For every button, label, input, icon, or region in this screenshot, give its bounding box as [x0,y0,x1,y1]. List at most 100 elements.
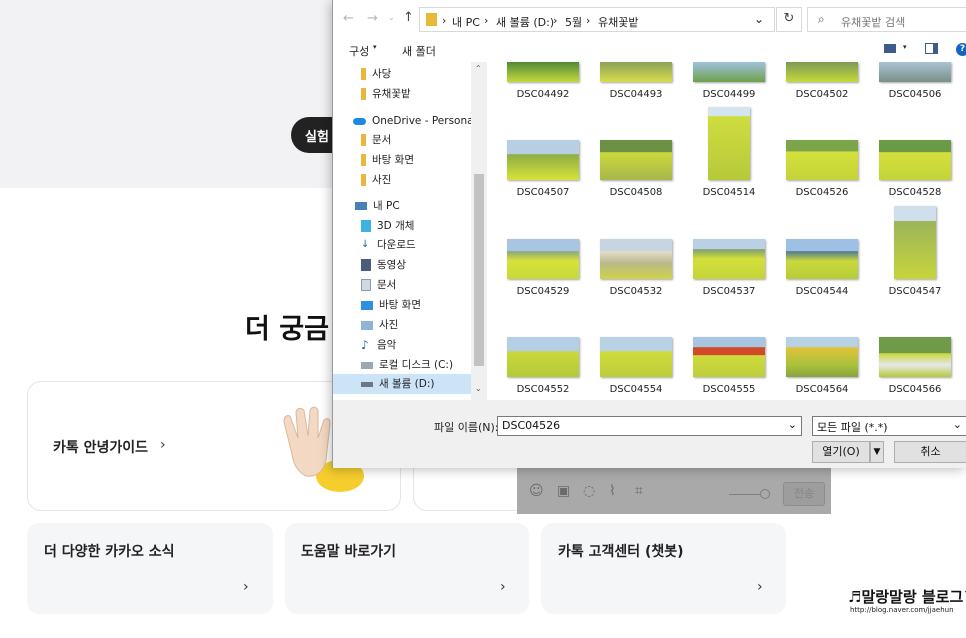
file-thumbnail[interactable] [600,239,672,279]
cancel-button[interactable]: 취소 [894,441,966,463]
nav-item[interactable]: 3D 개체 [333,216,471,236]
file-name[interactable]: DSC04532 [596,286,676,297]
filename-input[interactable]: DSC04526 ⌄ [497,416,802,436]
card-center[interactable]: 카톡 고객센터 (챗봇) › [541,523,786,614]
file-name[interactable]: DSC04547 [875,286,955,297]
scroll-up-icon[interactable]: ⌃ [475,64,482,73]
chat-bubble-icon[interactable]: ◌ [583,483,595,499]
nav-item[interactable]: 사당 [333,64,471,84]
file-thumbnail[interactable] [507,239,579,279]
slider-handle[interactable] [760,489,770,499]
address-bar[interactable]: › 내 PC › 새 볼륨 (D:) › 5월 › 유채꽃밭 ⌄ [419,7,775,32]
nav-item[interactable]: 사진 [333,170,471,190]
file-thumbnail[interactable] [879,140,951,180]
file-name[interactable]: DSC04566 [875,384,955,395]
back-arrow-icon[interactable]: ← [343,11,354,26]
chevron-right-icon: › [160,437,166,453]
preview-pane-icon[interactable] [925,43,938,54]
file-name[interactable]: DSC04492 [503,89,583,100]
card-news[interactable]: 더 다양한 카카오 소식 › [27,523,273,614]
dialog-toolbar: 구성 ▾ 새 폴더 ▾ ? [333,38,966,62]
filetype-select[interactable]: 모든 파일 (*.*) ⌄ [812,416,966,436]
new-folder-button[interactable]: 새 폴더 [402,43,436,59]
file-thumbnail[interactable] [894,206,936,279]
view-chevron-icon[interactable]: ▾ [903,43,907,51]
file-name[interactable]: DSC04508 [596,187,676,198]
nav-item-this-pc[interactable]: 내 PC [333,196,471,216]
file-name[interactable]: DSC04499 [689,89,769,100]
file-name[interactable]: DSC04537 [689,286,769,297]
file-name[interactable]: DSC04528 [875,187,955,198]
send-button[interactable]: 전송 [783,482,825,506]
nav-item[interactable]: 바탕 화면 [333,295,471,315]
file-thumbnail[interactable] [693,62,765,82]
file-thumbnail[interactable] [507,337,579,377]
nav-item-selected[interactable]: 새 볼륨 (D:) [333,374,471,394]
crop-icon[interactable]: ⌗ [635,483,643,499]
file-thumbnail[interactable] [693,239,765,279]
folder-icon [361,174,366,186]
filename-dropdown-icon[interactable]: ⌄ [788,418,797,431]
file-name[interactable]: DSC04554 [596,384,676,395]
emoji-icon[interactable]: ☺ [529,483,544,499]
open-dropdown-icon[interactable]: ▼ [870,441,884,463]
search-input[interactable]: ⌕ 유채꽃밭 검색 [807,7,966,32]
folder-icon [361,134,366,146]
attach-icon[interactable]: ⌇ [609,483,616,499]
nav-item[interactable]: 사진 [333,315,471,335]
chevron-right-icon: › [500,579,506,595]
up-arrow-icon[interactable]: ↑ [403,10,414,25]
file-name[interactable]: DSC04506 [875,89,955,100]
breadcrumb-folder[interactable]: 유채꽃밭 [598,14,638,30]
file-name[interactable]: DSC04564 [782,384,862,395]
file-name[interactable]: DSC04555 [689,384,769,395]
view-mode-icon[interactable] [884,44,896,53]
card-help[interactable]: 도움말 바로가기 › [285,523,529,614]
open-button[interactable]: 열기(O) [812,441,870,463]
file-name[interactable]: DSC04544 [782,286,862,297]
nav-item[interactable]: 동영상 [333,255,471,275]
file-thumbnail[interactable] [786,140,858,180]
nav-scroll-thumb[interactable] [474,174,484,366]
file-name[interactable]: DSC04529 [503,286,583,297]
nav-item[interactable]: 유채꽃밭 [333,84,471,104]
nav-item[interactable]: 로컬 디스크 (C:) [333,355,471,375]
history-chevron-icon[interactable]: ⌄ [388,13,395,22]
nav-item[interactable]: 문서 [333,130,471,150]
file-name[interactable]: DSC04552 [503,384,583,395]
file-thumbnail[interactable] [879,62,951,82]
file-thumbnail[interactable] [507,140,579,180]
file-name[interactable]: DSC04507 [503,187,583,198]
file-thumbnail[interactable] [786,62,858,82]
calendar-icon[interactable]: ▣ [557,483,570,499]
nav-item-onedrive[interactable]: OneDrive - Personal [333,111,476,131]
file-thumbnail[interactable] [693,337,765,377]
scroll-down-icon[interactable]: ⌄ [475,384,482,393]
file-thumbnail[interactable] [600,337,672,377]
file-thumbnail[interactable] [600,62,672,82]
breadcrumb-volume[interactable]: 새 볼륨 (D:) [496,14,554,30]
breadcrumb-pc[interactable]: 내 PC [452,14,480,30]
refresh-button[interactable]: ↻ [776,7,802,32]
file-thumbnail[interactable] [708,107,750,180]
address-dropdown-icon[interactable]: ⌄ [754,12,764,26]
breadcrumb-month[interactable]: 5월 [565,14,582,30]
file-name[interactable]: DSC04514 [689,187,769,198]
nav-item[interactable]: ↓ 다운로드 [333,235,471,255]
nav-item[interactable]: 문서 [333,275,471,295]
file-name[interactable]: DSC04502 [782,89,862,100]
file-name[interactable]: DSC04493 [596,89,676,100]
filetype-dropdown-icon[interactable]: ⌄ [953,418,962,431]
file-thumbnail[interactable] [786,239,858,279]
file-thumbnail[interactable] [786,337,858,377]
file-thumbnail[interactable] [879,337,951,377]
file-name[interactable]: DSC04526 [782,187,862,198]
file-thumbnail[interactable] [507,62,579,82]
organize-menu[interactable]: 구성 [349,43,369,59]
file-thumbnail[interactable] [600,140,672,180]
nav-item[interactable]: 바탕 화면 [333,150,471,170]
help-icon[interactable]: ? [956,43,966,56]
nav-item[interactable]: ♪ 음악 [333,335,471,355]
forward-arrow-icon[interactable]: → [367,11,378,26]
filetype-value: 모든 파일 (*.*) [817,421,888,434]
